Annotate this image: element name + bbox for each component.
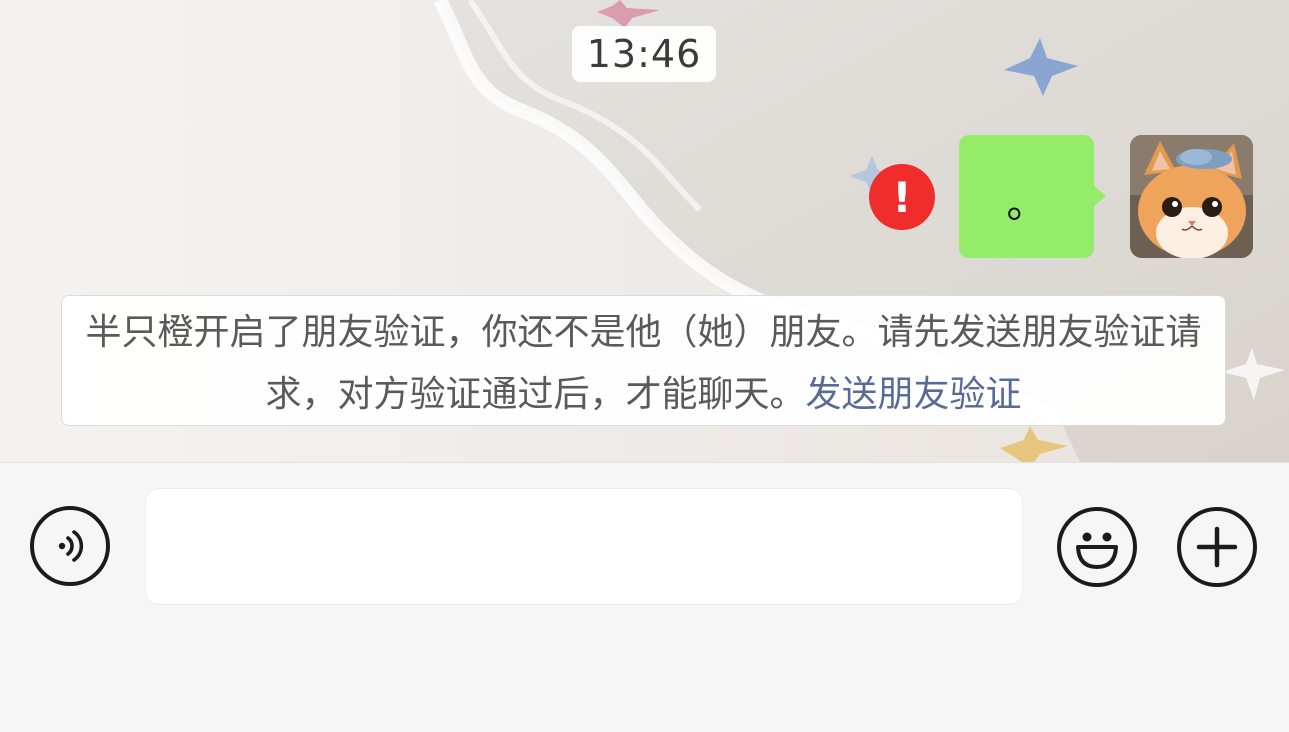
- notice-text: 半只橙开启了朋友验证，你还不是他（她）朋友。请先发送朋友验证请求，对方验证通过后…: [85, 312, 1202, 415]
- message-timestamp: 13:46: [572, 26, 716, 82]
- message-text: 。: [1006, 180, 1047, 227]
- friend-verification-notice: 半只橙开启了朋友验证，你还不是他（她）朋友。请先发送朋友验证请求，对方验证通过后…: [61, 295, 1226, 426]
- plus-icon: [1196, 526, 1238, 568]
- send-friend-request-link[interactable]: 发送朋友验证: [806, 374, 1022, 415]
- emoji-button[interactable]: [1057, 507, 1137, 587]
- message-input[interactable]: [145, 488, 1023, 605]
- input-bar: [0, 462, 1289, 732]
- voice-button[interactable]: [30, 506, 110, 586]
- avatar[interactable]: [1130, 135, 1253, 258]
- bubble-tail: [1093, 185, 1106, 207]
- cat-avatar-image: [1130, 135, 1253, 258]
- more-options-button[interactable]: [1177, 507, 1257, 587]
- send-failed-icon[interactable]: !: [869, 164, 935, 230]
- emoji-icon: [1076, 532, 1118, 569]
- chat-area[interactable]: 13:46 ! 。 半只橙开启了朋友验证，你还不是他（她）朋友。请先发送朋友验证…: [0, 0, 1289, 462]
- voice-icon: [58, 530, 84, 562]
- sent-message-bubble[interactable]: 。: [959, 135, 1094, 258]
